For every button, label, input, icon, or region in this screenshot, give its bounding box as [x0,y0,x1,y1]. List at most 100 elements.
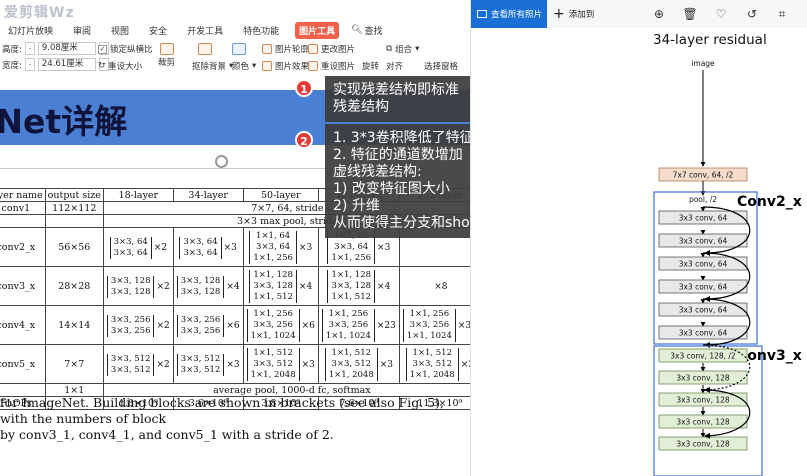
block-layer: 1×1, 512 [253,348,293,358]
tab-security[interactable]: 安全 [145,22,171,39]
rotate-label: 旋转 [362,62,380,72]
table-cell: 1×1, 5123×3, 5121×1, 2048×3 [398,344,470,384]
block-layer: 1×1, 128 [253,270,293,280]
width-decrease-button[interactable]: - [24,58,35,71]
block-multiplier: ×36 [457,320,470,331]
photo-viewer: 查看所有照片 + 添加到 ⊕ 🗑︎ ♡ ↺ ⌗ 34-layer residua… [470,0,807,476]
width-input[interactable]: 24.61厘米 [37,58,96,71]
search-button[interactable]: 🔍︎ 查找 [351,24,382,37]
block-multiplier: ×4 [377,281,391,292]
table-header-cell: 34-layer [172,188,244,202]
block-multiplier: ×3 [226,359,240,370]
picture-outline-button[interactable]: 图片轮廓 [262,43,309,55]
block-multiplier: ×6 [301,320,315,331]
layer-name-cell: conv1 [0,201,46,215]
note-badge-1: 1 [295,79,313,97]
note-2-line-2: 2. 特征的通道数增加 [333,147,463,163]
note-1-text: 实现残差结构即标准残差结构 [333,82,459,115]
block-bracket: 3×3, 64 3×3, 64 [109,236,152,259]
tab-view[interactable]: 视图 [107,22,133,39]
table-cell: 1×1, 256 3×3, 256 1×1, 1024 ×23 [317,305,400,345]
ribbon-toolbar: 高度: - 9.08厘米 + 宽度: - 24.61厘米 + ✓ 锁定纵横比 ↻… [0,40,470,78]
layer-name-cell: conv3_x [0,266,46,306]
table-header-cell: 50-layer [242,188,319,202]
block-spec: 1×1, 128 3×3, 128 1×1, 512 ×4 [327,270,390,303]
block-spec: 1×1, 256 3×3, 256 1×1, 1024 ×6 [246,309,315,342]
selection-pane-button[interactable]: 选择窗格 [424,60,458,72]
block-bracket: 1×1, 256 3×3, 256 1×1, 1024 [246,309,300,342]
block-spec: 3×3, 256 3×3, 256 ×6 [176,314,240,337]
note-2-line-1: 1. 3*3卷积降低了特征图的大小 [333,130,470,146]
output-size-cell: 112×112 [44,201,104,215]
table-row: conv3_x 28×28 3×3, 128 3×3, 128 ×2 3×3, 128 3×… [0,266,470,306]
align-button[interactable]: 对齐 [386,60,403,72]
block-bracket: 1×1, 512 3×3, 512 1×1, 2048 [246,348,300,381]
tab-picture-tools[interactable]: 图片工具 [295,21,340,39]
table-cell: 3×3, 128 3×3, 128 ×2 [102,266,174,306]
table-header-cell: layer name [0,188,46,202]
block-bracket: 1×1, 256 3×3, 256 1×1, 1024 [402,309,456,342]
block-layer: 3×3, 128 [331,281,372,291]
block-layer: 3×3, 256 [409,320,450,330]
block-layer: 1×1, 1024 [406,331,452,341]
remove-background-button[interactable]: 抠除背景 ▾ [192,60,233,72]
tab-developer[interactable]: 开发工具 [183,22,227,39]
note-2-line-6: 从而使得主分支和shortcut的shape相同 [333,215,470,231]
chevron-down-icon: ▾ [252,61,257,71]
block-spec: 3×3, 128 3×3, 128 ×2 [106,275,170,298]
tab-special-features[interactable]: 特色功能 [239,22,283,39]
tab-review[interactable]: 审阅 [69,22,95,39]
block-layer: 3×3, 256 [110,314,151,325]
block-multiplier: ×3 [298,242,313,253]
reset-picture-label: 重设图片 [321,62,356,72]
input-label: image [691,59,715,68]
conv2-block-0-label: 3x3 conv, 64 [679,214,728,223]
block-layer: 1×1, 64 [256,231,291,241]
group-label: 组合 [395,45,413,55]
block-layer: 1×1, 512 [253,292,293,302]
tab-slideshow[interactable]: 幻灯片放映 [4,22,57,39]
table-cell: 1×1, 2563×3, 2561×1, 1024×36 [398,305,470,345]
block-multiplier: ×2 [156,359,170,370]
align-label: 对齐 [386,62,404,72]
color-button[interactable]: 颜色 ▾ [232,60,256,72]
table-row: conv5_x 7×7 3×3, 512 3×3, 512 ×2 3×3, 512 3×3,… [0,344,470,384]
block-multiplier: ×23 [376,320,396,331]
picture-effect-button[interactable]: 图片效果 [262,60,309,72]
table-cell: 1×1, 5123×3, 5121×1, 2048×3 [242,344,319,384]
table-cell: 1×1, 128 3×3, 128 1×1, 512 ×4 [242,266,319,306]
table-cell: 3×3, 512 3×3, 512 ×2 [102,344,174,384]
app-watermark: 爱剪辑Wz [4,5,75,21]
rotate-button[interactable]: 旋转 [362,60,379,72]
conv3-block-3-label: 3x3 conv, 128 [676,418,730,427]
block-layer: 1×1, 256 [328,309,369,319]
note-tooltip-2: 1. 3*3卷积降低了特征图的大小 2. 特征的通道数增加 虚线残差结构: 1)… [325,124,470,238]
block-bracket: 1×1, 643×3, 641×1, 256 [249,231,297,264]
reset-picture-button[interactable]: 重设图片 [308,60,355,72]
block-bracket: 1×1, 512 3×3, 512 1×1, 2048 [324,348,378,381]
block-layer: 1×1, 1024 [250,331,296,341]
block-multiplier: ×6 [226,320,240,331]
block-bracket: 3×3, 512 3×3, 512 [106,353,155,376]
rotate-handle[interactable] [215,155,228,168]
crop-button[interactable]: 裁剪 [158,43,175,68]
block-spec: 3×3, 512 3×3, 512 ×2 [106,353,170,376]
table-cell: 1×1, 128 3×3, 128 1×1, 512 ×4 [317,266,400,306]
height-input[interactable]: 9.08厘米 [37,42,96,55]
block-layer: 1×1, 2048 [328,370,374,380]
block-layer: 1×1, 512 [331,292,372,302]
group-button[interactable]: ⧉ 组合 ▾ [386,43,419,55]
picture-effect-label: 图片效果 [275,62,310,72]
note-badge-2: 2 [295,131,313,149]
block-bracket: 3×3, 64 3×3, 64 [179,236,222,259]
ribbon-tab-bar: 幻灯片放映 审阅 视图 安全 开发工具 特色功能 图片工具 🔍︎ 查找 [0,20,470,40]
change-picture-button[interactable]: 更改图片 [308,43,355,55]
color-icon [232,43,246,55]
height-decrease-button[interactable]: - [24,42,35,55]
block-spec: 1×1, 128 3×3, 128 1×1, 512 ×4 [249,270,312,303]
block-layer: 3×3, 512 [180,353,221,364]
block-spec: 3×3, 64 3×3, 64 ×2 [109,236,167,259]
reset-size-button[interactable]: ↻ 重设大小 [98,60,142,72]
table-cell: 3×3, 512 3×3, 512 ×3 [172,344,244,384]
lock-ratio-checkbox[interactable]: ✓ 锁定纵横比 [98,43,153,55]
